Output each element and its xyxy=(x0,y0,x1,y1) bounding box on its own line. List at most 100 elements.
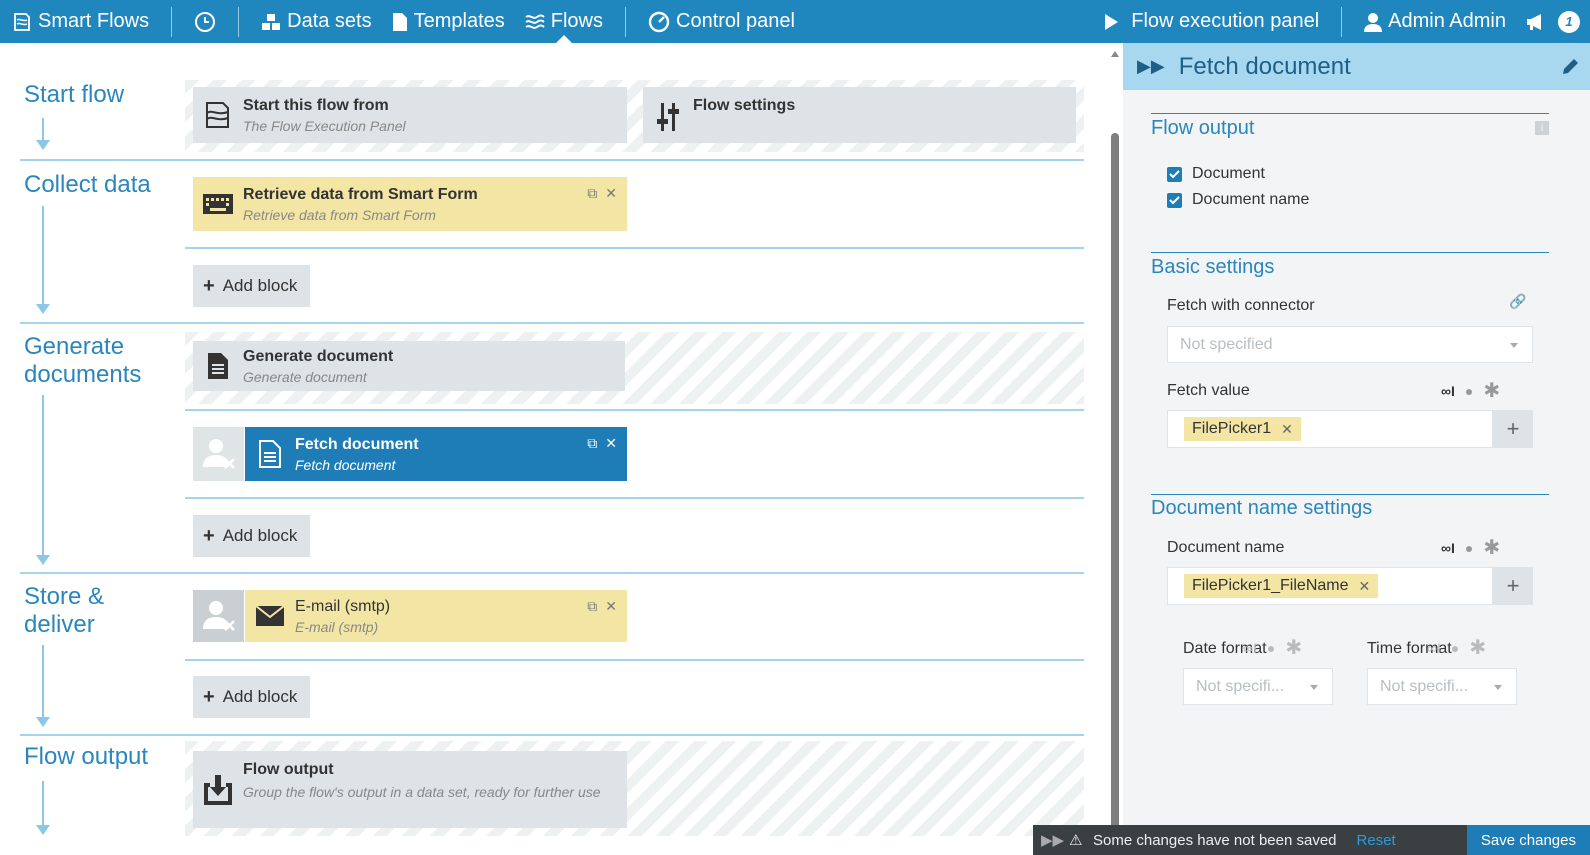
copy-icon[interactable]: ⧉ xyxy=(587,185,597,202)
connector-select[interactable]: Not specified xyxy=(1167,326,1533,363)
checkbox-document-name[interactable]: Document name xyxy=(1167,191,1309,209)
stage-divider xyxy=(20,322,1084,324)
warning-icon: ⚠ xyxy=(1069,832,1083,849)
chevron-down-icon xyxy=(1494,684,1502,690)
block-title: Start this flow from xyxy=(243,96,389,114)
nav-flow-execution-panel[interactable]: Flow execution panel xyxy=(1093,0,1329,43)
generate-document-block[interactable]: Generate document Generate document xyxy=(193,341,625,391)
unsaved-changes-bar: ▶▶ ⚠ Some changes have not been saved Re… xyxy=(1033,825,1590,855)
notifications-button[interactable]: 1 xyxy=(1516,0,1590,43)
plus-icon: + xyxy=(203,685,215,708)
section-document-name-settings: Document name settings xyxy=(1151,497,1373,519)
unsaved-message: Some changes have not been saved xyxy=(1093,831,1337,849)
flow-settings-block[interactable]: Flow settings xyxy=(643,87,1076,143)
gauge-icon xyxy=(648,11,670,32)
brand-smart-flows[interactable]: Smart Flows xyxy=(0,0,159,43)
canvas-scrollbar[interactable] xyxy=(1109,43,1121,855)
info-icon[interactable]: i xyxy=(1535,121,1549,135)
checkbox-checked[interactable] xyxy=(1167,192,1182,208)
slot-divider xyxy=(185,659,1084,661)
document-name-input[interactable]: FilePicker1_FileName ✕ xyxy=(1167,567,1493,605)
nav-datasets[interactable]: Data sets xyxy=(251,0,381,43)
nav-flows[interactable]: Flows xyxy=(515,0,613,43)
fetch-value-tag: FilePicker1 ✕ xyxy=(1184,417,1301,441)
time-format-field-icons: ∞I ● ✱ xyxy=(1427,635,1486,660)
scroll-thumb[interactable] xyxy=(1111,133,1119,855)
block-actions: ⧉ ✕ xyxy=(587,598,617,615)
fetch-value-label: Fetch value xyxy=(1167,382,1250,399)
user-name: Admin Admin xyxy=(1388,10,1506,32)
envelope-icon xyxy=(245,605,295,627)
fetch-value-input[interactable]: FilePicker1 ✕ xyxy=(1167,410,1493,448)
remove-tag-icon[interactable]: ✕ xyxy=(1281,421,1293,438)
connector-link-icon[interactable]: 🔗 xyxy=(1509,293,1526,310)
add-block-button-generate[interactable]: + Add block xyxy=(193,515,310,557)
link-text-icon[interactable]: ∞I xyxy=(1441,383,1455,399)
stage-arrow xyxy=(36,781,50,835)
user-icon[interactable]: ● xyxy=(1267,640,1275,656)
save-changes-button[interactable]: Save changes xyxy=(1466,825,1590,855)
date-format-select[interactable]: Not specifi... xyxy=(1183,668,1333,705)
email-smtp-block[interactable]: E-mail (smtp) E-mail (smtp) ⧉ ✕ xyxy=(193,590,627,642)
flow-output-block[interactable]: Flow output Group the flow's output in a… xyxy=(193,751,627,828)
close-icon[interactable]: ✕ xyxy=(605,185,617,202)
plus-icon: + xyxy=(203,274,215,297)
close-icon[interactable]: ✕ xyxy=(605,435,617,452)
pencil-icon[interactable] xyxy=(1560,57,1580,77)
asterisk-icon[interactable]: ✱ xyxy=(1469,635,1486,660)
add-fetch-value-button[interactable]: + xyxy=(1493,410,1533,448)
nav-templates[interactable]: Templates xyxy=(382,0,515,43)
collapse-panel-icon[interactable]: ▶▶ xyxy=(1137,56,1165,77)
nav-templates-label: Templates xyxy=(413,10,505,32)
nav-flow-execution-label: Flow execution panel xyxy=(1131,10,1320,32)
scroll-up-icon[interactable] xyxy=(1111,51,1119,57)
nav-control-panel[interactable]: Control panel xyxy=(638,0,805,43)
copy-icon[interactable]: ⧉ xyxy=(587,598,597,615)
user-icon[interactable]: ● xyxy=(1465,540,1473,556)
checkbox-checked[interactable] xyxy=(1167,166,1182,182)
nav-control-panel-label: Control panel xyxy=(676,10,795,32)
collapse-icon[interactable]: ▶▶ xyxy=(1041,831,1064,849)
asterisk-icon[interactable]: ✱ xyxy=(1483,535,1500,560)
datasets-icon xyxy=(262,13,281,30)
link-text-icon[interactable]: ∞I xyxy=(1243,640,1257,656)
checkbox-document[interactable]: Document xyxy=(1167,165,1265,183)
block-actions: ⧉ ✕ xyxy=(587,185,617,202)
asterisk-icon[interactable]: ✱ xyxy=(1285,635,1302,660)
nav-datasets-label: Data sets xyxy=(287,10,372,32)
time-format-select[interactable]: Not specifi... xyxy=(1367,668,1517,705)
add-block-button-collect[interactable]: + Add block xyxy=(193,265,310,307)
nav-divider xyxy=(171,6,173,37)
user-icon[interactable]: ● xyxy=(1465,383,1473,399)
nav-divider xyxy=(625,6,626,37)
close-icon[interactable]: ✕ xyxy=(605,598,617,615)
remove-tag-icon[interactable]: ✕ xyxy=(1359,578,1371,595)
chevron-down-icon xyxy=(1510,342,1518,348)
block-subtitle: E-mail (smtp) xyxy=(295,618,379,635)
user-icon[interactable]: ● xyxy=(1451,640,1459,656)
date-format-field-icons: ∞I ● ✱ xyxy=(1243,635,1302,660)
link-text-icon[interactable]: ∞I xyxy=(1427,640,1441,656)
block-title: Retrieve data from Smart Form xyxy=(243,185,478,203)
copy-icon[interactable]: ⧉ xyxy=(587,435,597,452)
fetch-with-connector-label: Fetch with connector xyxy=(1167,297,1315,314)
user-unassigned-icon xyxy=(193,427,245,481)
reset-link[interactable]: Reset xyxy=(1357,832,1396,849)
link-text-icon[interactable]: ∞I xyxy=(1441,540,1455,556)
block-title: E-mail (smtp) xyxy=(295,597,391,615)
fetch-document-block[interactable]: Fetch document Fetch document ⧉ ✕ xyxy=(193,427,627,481)
date-format-value: Not specifi... xyxy=(1196,677,1285,695)
stage-store-deliver: Store & deliver xyxy=(24,583,105,638)
history-button[interactable] xyxy=(184,0,226,43)
user-menu[interactable]: Admin Admin xyxy=(1354,0,1516,43)
slot-divider xyxy=(185,409,1084,411)
asterisk-icon[interactable]: ✱ xyxy=(1483,378,1500,403)
nav-right-group: Flow execution panel Admin Admin 1 xyxy=(1093,0,1590,43)
add-block-button-store[interactable]: + Add block xyxy=(193,676,310,718)
add-document-name-button[interactable]: + xyxy=(1493,567,1533,605)
document-name-label: Document name xyxy=(1167,539,1285,556)
start-from-block[interactable]: Start this flow from The Flow Execution … xyxy=(193,87,627,143)
section-divider xyxy=(1151,113,1549,114)
smartform-block[interactable]: Retrieve data from Smart Form Retrieve d… xyxy=(193,177,627,231)
section-divider xyxy=(1151,252,1549,253)
